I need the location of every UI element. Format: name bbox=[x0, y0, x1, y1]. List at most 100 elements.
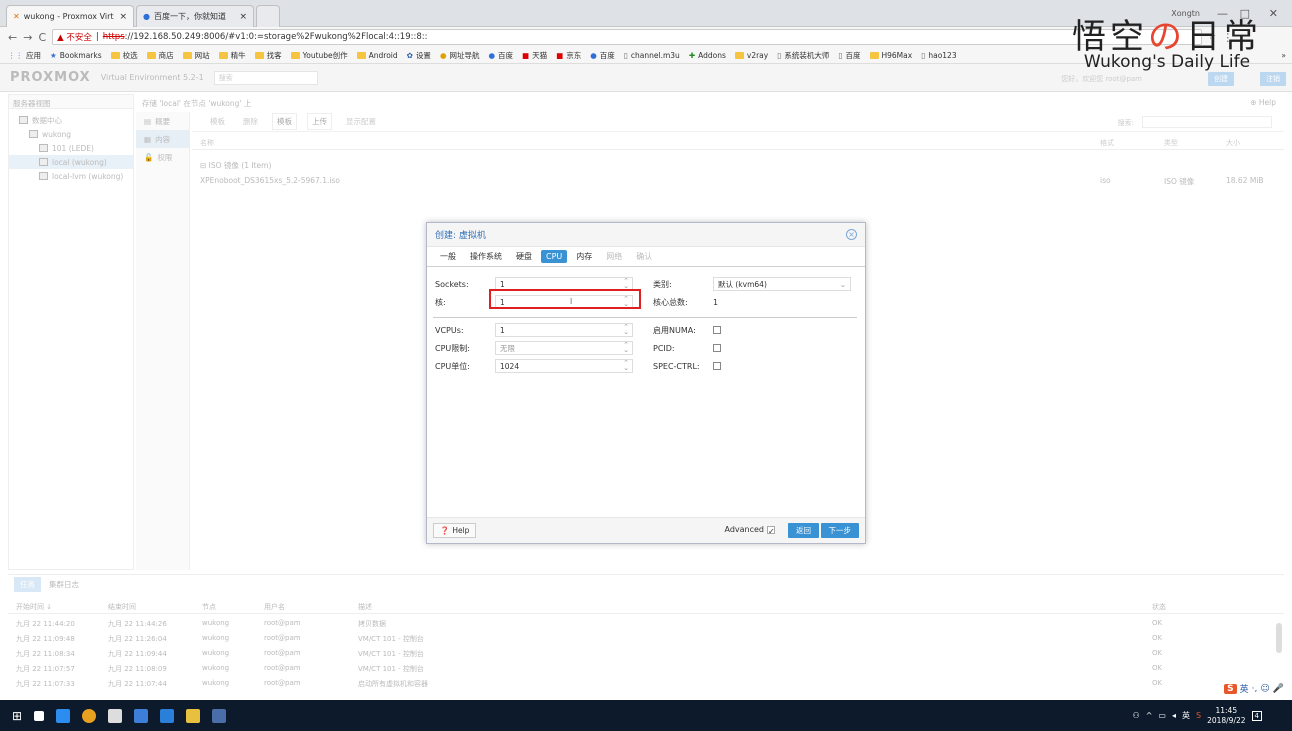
scrollbar[interactable] bbox=[1276, 623, 1282, 653]
cpu-type-select[interactable]: 默认 (kvm64) ⌄ bbox=[713, 277, 851, 291]
bookmark-item[interactable]: 找客 bbox=[254, 50, 282, 61]
group-row[interactable]: ⊟ ISO 镜像 (1 Item) bbox=[192, 158, 1284, 174]
reload-button[interactable]: C bbox=[38, 31, 46, 44]
tree-item-datacenter[interactable]: 数据中心 bbox=[9, 113, 133, 127]
tab-proxmox[interactable]: ✕ wukong - Proxmox Virt × bbox=[6, 5, 134, 27]
table-row[interactable]: 九月 22 11:09:48 九月 22 11:26:04 wukong root@p… bbox=[8, 631, 1284, 646]
tab-general[interactable]: 一般 bbox=[435, 249, 461, 264]
tab-close-icon[interactable]: × bbox=[119, 12, 127, 22]
server-view-select[interactable]: 服务器视图 bbox=[9, 95, 133, 109]
bookmark-item[interactable]: ▯ hao123 bbox=[921, 51, 956, 60]
network-icon[interactable]: ▭ bbox=[1158, 711, 1166, 720]
bookmark-item[interactable]: ● 网址导航 bbox=[440, 50, 480, 61]
back-button[interactable]: 返回 bbox=[788, 523, 819, 538]
tree-item-vm[interactable]: 101 (LEDE) bbox=[9, 141, 133, 155]
app-icon[interactable] bbox=[56, 708, 71, 723]
bookmark-item[interactable]: ● 百度 bbox=[488, 50, 513, 61]
bookmark-item[interactable]: ● 百度 bbox=[590, 50, 615, 61]
table-row[interactable]: 九月 22 11:44:20 九月 22 11:44:26 wukong root@p… bbox=[8, 616, 1284, 631]
tab-close-icon[interactable]: × bbox=[239, 12, 247, 22]
bookmark-item[interactable]: ▯ 百度 bbox=[838, 50, 860, 61]
table-row[interactable]: 九月 22 11:08:34 九月 22 11:09:44 wukong root@p… bbox=[8, 646, 1284, 661]
volume-icon[interactable]: ◂ bbox=[1172, 711, 1176, 720]
show-config-button[interactable]: 显示配置 bbox=[342, 114, 380, 129]
vcpus-stepper[interactable]: 1 ⌃ ⌄ bbox=[495, 323, 633, 337]
template-button[interactable]: 模板 bbox=[206, 114, 229, 129]
table-row[interactable]: 九月 22 11:07:57 九月 22 11:08:09 wukong root@p… bbox=[8, 661, 1284, 676]
tab-memory[interactable]: 内存 bbox=[571, 249, 597, 264]
remove-button[interactable]: 删除 bbox=[239, 114, 262, 129]
grid-search-input[interactable] bbox=[1142, 116, 1272, 128]
bookmark-item[interactable]: H96Max bbox=[869, 51, 912, 60]
task-view-icon[interactable] bbox=[34, 710, 45, 721]
bookmark-item[interactable]: ▯ channel.m3u bbox=[624, 51, 680, 60]
bookmark-item[interactable]: ▯ 系统装机大师 bbox=[777, 50, 829, 61]
bookmark-item[interactable]: 校选 bbox=[110, 50, 138, 61]
bookmark-item[interactable]: ✚ Addons bbox=[689, 51, 726, 60]
back-button[interactable]: ← bbox=[8, 31, 17, 44]
more-bookmarks-button[interactable]: » bbox=[1281, 51, 1286, 60]
clock[interactable]: 11:45 2018/9/22 bbox=[1207, 706, 1245, 726]
help-link[interactable]: ⊕ Help bbox=[1250, 98, 1276, 107]
bookmark-item[interactable]: Android bbox=[356, 51, 398, 60]
app-icon[interactable] bbox=[212, 708, 227, 723]
bookmark-item[interactable]: ✿ 设置 bbox=[407, 50, 431, 61]
app-icon[interactable] bbox=[134, 708, 149, 723]
cpuunits-stepper[interactable]: 1024 ⌃ ⌄ bbox=[495, 359, 633, 373]
bookmark-item[interactable]: 精牛 bbox=[218, 50, 246, 61]
pcid-checkbox[interactable] bbox=[713, 344, 721, 352]
bookmark-item[interactable]: 网站 bbox=[182, 50, 210, 61]
folder-icon[interactable] bbox=[186, 708, 201, 723]
tree-item-local-lvm[interactable]: local-lvm (wukong) bbox=[9, 169, 133, 183]
bookmark-item[interactable]: ■ 天猫 bbox=[522, 50, 547, 61]
notification-badge[interactable]: 4 bbox=[1251, 710, 1262, 721]
bookmark-item[interactable]: ■ 京东 bbox=[556, 50, 581, 61]
templates-button[interactable]: 模板 bbox=[272, 113, 297, 130]
tab-harddisk[interactable]: 硬盘 bbox=[511, 249, 537, 264]
pve-search-input[interactable]: 搜索 bbox=[213, 70, 318, 85]
tab-baidu[interactable]: ● 百度一下，你就知道 × bbox=[136, 5, 254, 27]
tab-os[interactable]: 操作系统 bbox=[465, 249, 507, 264]
windows-start-icon[interactable]: ⊞ bbox=[12, 709, 22, 723]
tree-item-node[interactable]: wukong bbox=[9, 127, 133, 141]
bookmark-item[interactable]: v2ray bbox=[734, 51, 768, 60]
advanced-checkbox[interactable]: ✓ bbox=[767, 525, 775, 536]
bookmark-item[interactable]: ★ Bookmarks bbox=[50, 51, 102, 60]
bookmark-item[interactable]: ⋮⋮ 应用 bbox=[8, 50, 41, 61]
insecure-badge[interactable]: ▲ 不安全 bbox=[57, 31, 92, 43]
tab-cpu[interactable]: CPU bbox=[541, 250, 568, 263]
lang-indicator[interactable]: 英 bbox=[1182, 710, 1190, 721]
tab-network[interactable]: 网络 bbox=[601, 249, 627, 264]
close-icon[interactable]: × bbox=[846, 229, 857, 240]
people-icon[interactable]: ⚇ bbox=[1133, 711, 1140, 720]
next-button[interactable]: 下一步 bbox=[820, 523, 859, 538]
numa-checkbox[interactable] bbox=[713, 326, 721, 334]
cpulimit-stepper[interactable]: 无限 ⌃ ⌄ bbox=[495, 341, 633, 355]
close-window-button[interactable]: ✕ bbox=[1269, 0, 1278, 27]
subnav-summary[interactable]: ▤ 概要 bbox=[136, 112, 189, 130]
forward-button[interactable]: → bbox=[23, 31, 32, 44]
bookmark-item[interactable]: 商店 bbox=[146, 50, 174, 61]
create-vm-button[interactable]: 创建 bbox=[1208, 72, 1234, 86]
tab-cluster-log[interactable]: 集群日志 bbox=[49, 579, 79, 590]
logout-button[interactable]: 注销 bbox=[1260, 72, 1286, 86]
app-icon[interactable] bbox=[160, 708, 175, 723]
subnav-content[interactable]: ▦ 内容 bbox=[136, 130, 189, 148]
bookmark-item[interactable]: Youtube创作 bbox=[290, 50, 348, 61]
mail-icon[interactable] bbox=[108, 708, 123, 723]
url-input[interactable]: ▲ 不安全 | https://192.168.50.249:8006/#v1:… bbox=[52, 29, 1203, 45]
table-row[interactable]: 九月 22 11:07:33 九月 22 11:07:44 wukong root@p… bbox=[8, 676, 1284, 691]
tab-tasks[interactable]: 任务 bbox=[14, 576, 41, 592]
ime-toolbar[interactable]: S 英 ·, ☺ 🎤 bbox=[1224, 682, 1284, 695]
help-button[interactable]: ❓ Help bbox=[433, 523, 477, 538]
new-tab-button[interactable] bbox=[256, 5, 280, 27]
chrome-icon[interactable] bbox=[82, 708, 97, 723]
upload-button[interactable]: 上传 bbox=[307, 113, 332, 130]
tree-item-local[interactable]: local (wukong) bbox=[9, 155, 133, 169]
specctrl-checkbox[interactable] bbox=[713, 362, 721, 370]
subnav-permissions[interactable]: 🔓 权限 bbox=[136, 148, 189, 166]
chevron-up-icon[interactable]: ^ bbox=[1146, 711, 1153, 720]
table-row[interactable]: XPEnoboot_DS3615xs_5.2-5967.1.iso iso IS… bbox=[192, 174, 1284, 190]
tab-confirm[interactable]: 确认 bbox=[631, 249, 657, 264]
sogou-tray-icon[interactable]: S bbox=[1196, 711, 1201, 720]
